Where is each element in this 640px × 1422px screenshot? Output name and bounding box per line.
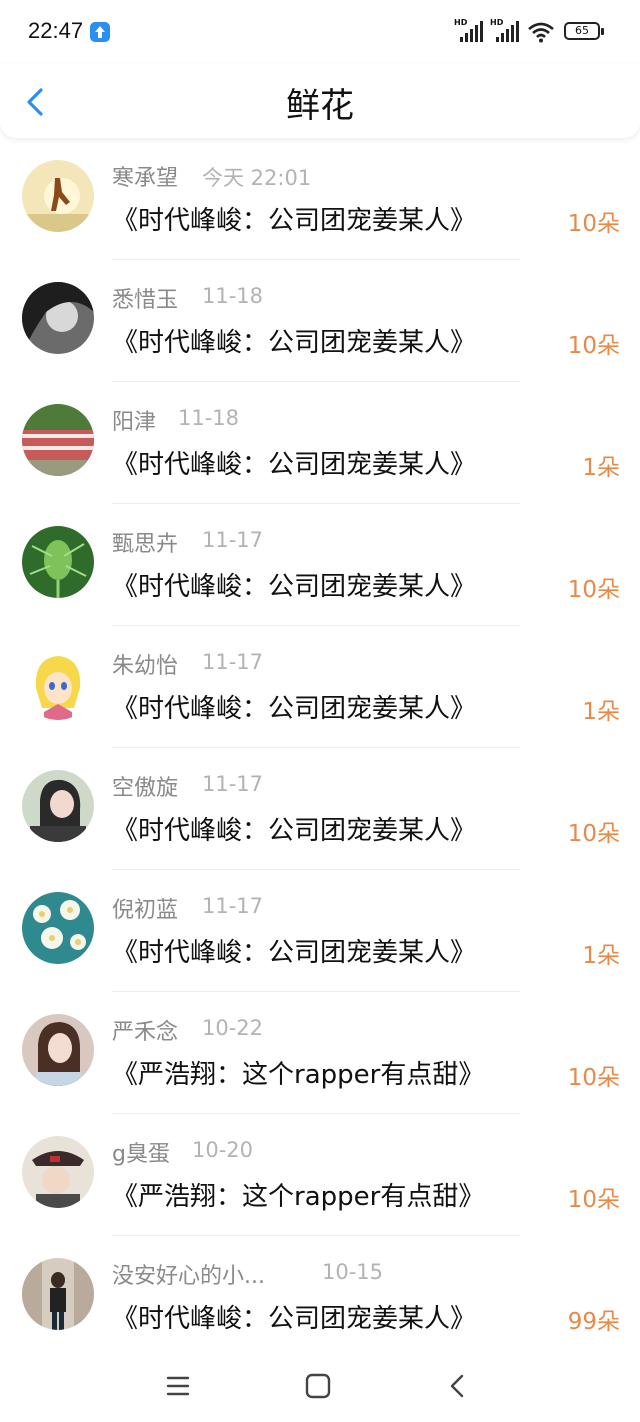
gift-date: 10-20: [192, 1138, 254, 1162]
user-name: g臭蛋: [112, 1142, 170, 1167]
avatar[interactable]: [22, 526, 94, 598]
user-name: 寒承望: [112, 166, 179, 191]
user-name: 朱幼怡: [112, 654, 179, 679]
battery-tip: [601, 28, 604, 35]
gift-date: 11-17: [202, 772, 264, 796]
flower-count: 10朵: [567, 1065, 620, 1091]
list-item[interactable]: 甄思卉 11-17 《时代峰峻：公司团宠姜某人》 10朵: [0, 504, 640, 626]
title-bar: 鲜花: [0, 64, 640, 138]
book-title: 《时代峰峻：公司团宠姜某人》: [112, 816, 477, 846]
gift-date: 10-15: [322, 1260, 384, 1284]
flower-count: 1朵: [582, 699, 620, 725]
user-name: 严禾念: [112, 1020, 179, 1045]
gift-date: 10-22: [202, 1016, 264, 1040]
book-title: 《时代峰峻：公司团宠姜某人》: [112, 694, 477, 724]
book-title: 《严浩翔：这个rapper有点甜》: [112, 1060, 485, 1090]
list-item[interactable]: 朱幼怡 11-17 《时代峰峻：公司团宠姜某人》 1朵: [0, 626, 640, 748]
book-title: 《时代峰峻：公司团宠姜某人》: [112, 1304, 477, 1334]
user-name: 阳津: [112, 410, 157, 435]
status-bar: 22:47 HD HD 65: [0, 0, 640, 64]
gift-date: 11-17: [202, 650, 264, 674]
cell-signal-icon: HD: [454, 18, 486, 44]
user-name: 空傲旋: [112, 776, 179, 801]
user-name: 甄思卉: [112, 532, 179, 557]
page-title: 鲜花: [286, 86, 354, 126]
status-time: 22:47: [28, 18, 84, 43]
gift-date: 今天 22:01: [202, 166, 312, 190]
book-title: 《时代峰峻：公司团宠姜某人》: [112, 572, 477, 602]
avatar[interactable]: [22, 1014, 94, 1086]
gift-date: 11-17: [202, 894, 264, 918]
user-name: 倪初蓝: [112, 898, 179, 923]
avatar[interactable]: [22, 648, 94, 720]
menu-icon: [166, 1376, 190, 1396]
cell-signal-2-icon: HD: [490, 18, 522, 44]
wifi-icon: [528, 22, 554, 43]
book-title: 《时代峰峻：公司团宠姜某人》: [112, 206, 477, 236]
avatar[interactable]: [22, 282, 94, 354]
menu-button[interactable]: [158, 1366, 198, 1406]
avatar[interactable]: [22, 892, 94, 964]
flower-count: 10朵: [567, 1187, 620, 1213]
avatar[interactable]: [22, 1136, 94, 1208]
book-title: 《时代峰峻：公司团宠姜某人》: [112, 450, 477, 480]
avatar[interactable]: [22, 404, 94, 476]
avatar[interactable]: [22, 160, 94, 232]
system-nav-bar: [0, 1352, 640, 1422]
upload-arrow-icon: [90, 22, 110, 42]
home-button[interactable]: [298, 1366, 338, 1406]
list-item[interactable]: 寒承望 今天 22:01 《时代峰峻：公司团宠姜某人》 10朵: [0, 138, 640, 260]
battery-icon: 65: [564, 22, 600, 40]
gift-date: 11-18: [202, 284, 264, 308]
status-indicators: HD HD 65: [450, 18, 610, 44]
book-title: 《时代峰峻：公司团宠姜某人》: [112, 328, 477, 358]
gift-date: 11-18: [178, 406, 240, 430]
gift-date: 11-17: [202, 528, 264, 552]
book-title: 《时代峰峻：公司团宠姜某人》: [112, 938, 477, 968]
list-item[interactable]: 空傲旋 11-17 《时代峰峻：公司团宠姜某人》 10朵: [0, 748, 640, 870]
avatar[interactable]: [22, 770, 94, 842]
book-title: 《严浩翔：这个rapper有点甜》: [112, 1182, 485, 1212]
user-name: 悉惜玉: [112, 288, 179, 313]
flower-count: 10朵: [567, 333, 620, 359]
flower-count: 10朵: [567, 821, 620, 847]
user-name: 没安好心的小...: [112, 1264, 265, 1289]
list-item[interactable]: 悉惜玉 11-18 《时代峰峻：公司团宠姜某人》 10朵: [0, 260, 640, 382]
flower-count: 1朵: [582, 943, 620, 969]
flower-count: 99朵: [567, 1309, 620, 1335]
list-item[interactable]: 没安好心的小... 10-15 《时代峰峻：公司团宠姜某人》 99朵: [0, 1236, 640, 1358]
flower-count: 10朵: [567, 211, 620, 237]
nav-back-button[interactable]: [438, 1366, 478, 1406]
back-icon: [450, 1374, 464, 1398]
list-item[interactable]: g臭蛋 10-20 《严浩翔：这个rapper有点甜》 10朵: [0, 1114, 640, 1236]
list-item[interactable]: 严禾念 10-22 《严浩翔：这个rapper有点甜》 10朵: [0, 992, 640, 1114]
home-square-icon: [305, 1373, 331, 1399]
flower-count: 10朵: [567, 577, 620, 603]
avatar[interactable]: [22, 1258, 94, 1330]
list-item[interactable]: 阳津 11-18 《时代峰峻：公司团宠姜某人》 1朵: [0, 382, 640, 504]
flower-count: 1朵: [582, 455, 620, 481]
battery-level: 65: [575, 24, 589, 37]
list-item[interactable]: 倪初蓝 11-17 《时代峰峻：公司团宠姜某人》 1朵: [0, 870, 640, 992]
